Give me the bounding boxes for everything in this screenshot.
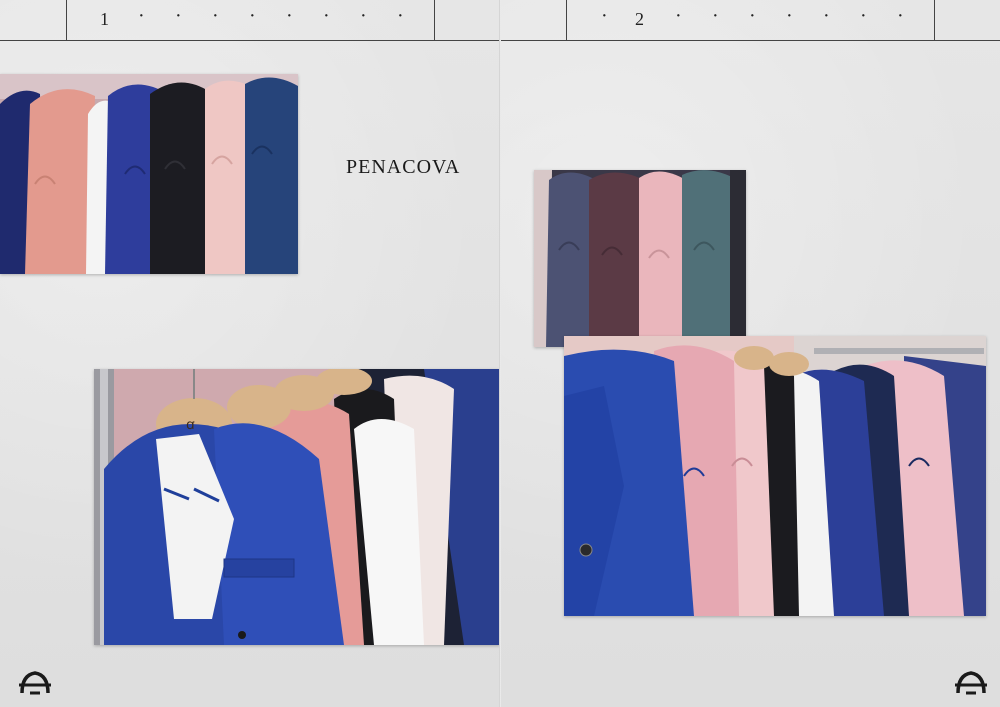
separator-dot: · — [175, 5, 182, 27]
page-title: PENACOVA — [346, 156, 461, 178]
brand-monogram-icon — [954, 669, 988, 695]
jackets-row-photo — [0, 74, 298, 274]
jacket-rack-photo — [564, 336, 986, 616]
separator-dot: · — [786, 5, 793, 27]
separator-dot: · — [897, 5, 904, 27]
right-header: · 2 · · · · · · · — [501, 0, 1000, 41]
left-header-cell-end — [434, 0, 500, 40]
separator-dot: · — [860, 5, 867, 27]
separator-dot: · — [749, 5, 756, 27]
separator-dot: · — [212, 5, 219, 27]
left-header: 1 · · · · · · · · — [0, 0, 500, 41]
blazer-hangers-photo: ꭤ — [94, 369, 500, 645]
separator-dot: · — [249, 5, 256, 27]
separator-dot: · — [712, 5, 719, 27]
left-page: 1 · · · · · · · · PENACOVA ꭤ — [0, 0, 500, 707]
right-page: · 2 · · · · · · · — [501, 0, 1000, 707]
right-header-cell-end — [934, 0, 1000, 40]
sleeves-closeup-photo — [534, 170, 746, 347]
page-number: 2 — [635, 9, 644, 29]
separator-dot: · — [323, 5, 330, 27]
separator-dot: · — [138, 5, 145, 27]
svg-text:ꭤ: ꭤ — [186, 418, 195, 433]
separator-dot: · — [360, 5, 367, 27]
page-number: 1 — [100, 9, 109, 29]
separator-dot: · — [286, 5, 293, 27]
separator-dot: · — [601, 5, 608, 27]
separator-dot: · — [675, 5, 682, 27]
separator-dot: · — [397, 5, 404, 27]
brand-monogram-icon — [18, 669, 52, 695]
separator-dot: · — [823, 5, 830, 27]
